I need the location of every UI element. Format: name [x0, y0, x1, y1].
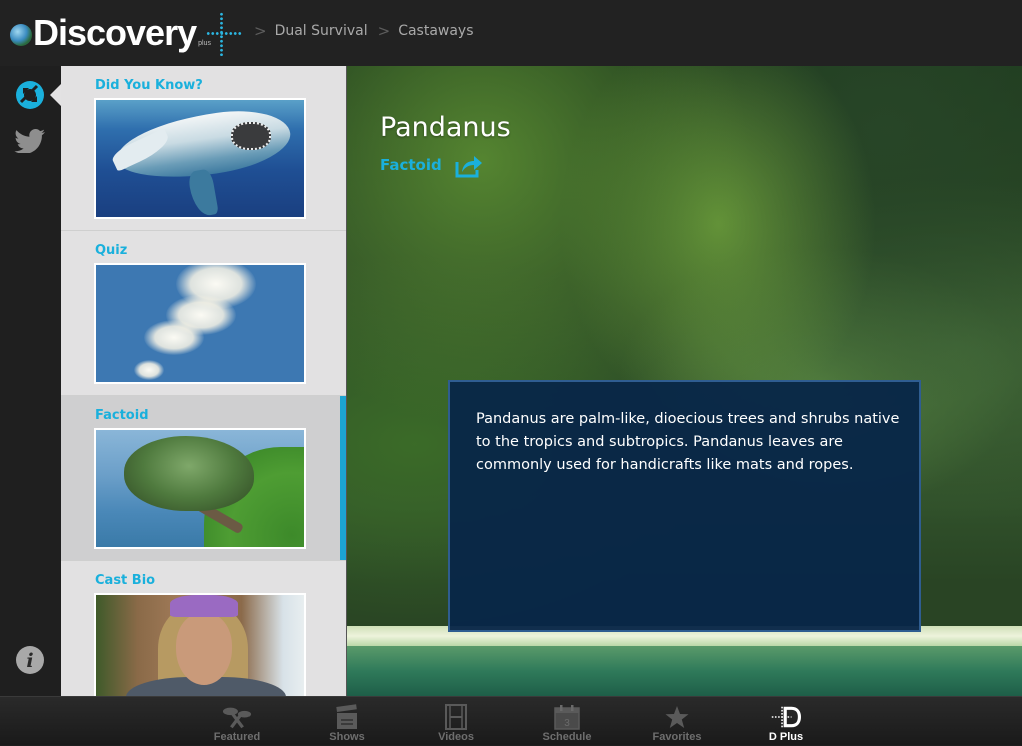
svg-text:3: 3	[564, 718, 570, 729]
twitter-button[interactable]	[14, 125, 46, 157]
top-bar: Discovery plus > Dual Survival > Castawa…	[0, 0, 1022, 66]
water-background	[347, 646, 1022, 696]
fact-box: Pandanus are palm-like, dioecious trees …	[448, 380, 921, 632]
tab-label: Featured	[213, 731, 261, 743]
content-card-list: Did You Know? Quiz Factoid Cast Bio	[61, 66, 347, 696]
card-factoid[interactable]: Factoid	[61, 396, 346, 561]
detail-title: Pandanus	[380, 112, 511, 143]
chevron-right-icon: >	[377, 22, 391, 40]
info-button[interactable]: i	[14, 644, 46, 676]
card-quiz[interactable]: Quiz	[61, 231, 346, 396]
refresh-icon	[16, 81, 44, 109]
star-icon	[665, 706, 689, 728]
clapperboard-icon	[336, 704, 357, 729]
card-did-you-know[interactable]: Did You Know?	[61, 66, 346, 231]
tab-label: Schedule	[542, 731, 592, 743]
pandanus-tree-thumbnail	[94, 428, 306, 549]
tab-featured[interactable]: Featured	[197, 697, 277, 746]
card-cast-bio[interactable]: Cast Bio	[61, 561, 346, 696]
breadcrumb-item-episode[interactable]: Castaways	[398, 23, 473, 39]
breadcrumb-item-show[interactable]: Dual Survival	[275, 23, 368, 39]
cast-member-thumbnail	[94, 593, 306, 696]
left-rail: i	[0, 66, 61, 696]
chevron-right-icon: >	[254, 22, 267, 40]
tab-shows[interactable]: Shows	[307, 697, 387, 746]
detail-hero: Pandanus Factoid Pandanus are palm-like,…	[347, 66, 1022, 696]
tab-label: D Plus	[768, 731, 804, 743]
sky-clouds-thumbnail	[94, 263, 306, 384]
logo-sub-text: plus	[198, 40, 211, 47]
refresh-button[interactable]	[14, 79, 46, 111]
tab-favorites[interactable]: Favorites	[637, 697, 717, 746]
share-button[interactable]	[455, 154, 483, 178]
bottom-tab-bar: Featured Shows Videos 3 Schedule Favorit…	[0, 696, 1022, 745]
card-title: Factoid	[95, 408, 149, 423]
twitter-bird-icon	[14, 129, 45, 153]
tab-d-plus[interactable]: D Plus	[746, 697, 826, 746]
plus-mark-icon: plus	[198, 10, 244, 56]
logo-text: Discovery	[33, 12, 197, 53]
shark-thumbnail	[94, 98, 306, 219]
fact-body-text: Pandanus are palm-like, dioecious trees …	[476, 411, 900, 473]
card-title: Did You Know?	[95, 78, 203, 93]
tab-videos[interactable]: Videos	[416, 697, 496, 746]
active-pointer	[50, 84, 61, 106]
svg-text:i: i	[26, 650, 33, 672]
tab-label: Videos	[438, 731, 474, 743]
globe-icon	[10, 24, 32, 46]
card-title: Quiz	[95, 243, 128, 258]
detail-category: Factoid	[380, 156, 442, 174]
share-icon	[455, 156, 482, 178]
film-strip-icon	[445, 704, 467, 730]
dplus-icon	[771, 706, 801, 728]
card-title: Cast Bio	[95, 573, 156, 588]
breadcrumb: > Dual Survival > Castaways	[254, 22, 484, 40]
featured-icon	[222, 707, 252, 729]
info-icon: i	[16, 646, 44, 674]
discovery-plus-logo[interactable]: Discovery plus	[10, 10, 244, 56]
tab-label: Favorites	[652, 731, 702, 743]
calendar-icon: 3	[554, 705, 580, 730]
tab-label: Shows	[329, 731, 365, 743]
tab-schedule[interactable]: 3 Schedule	[527, 697, 607, 746]
